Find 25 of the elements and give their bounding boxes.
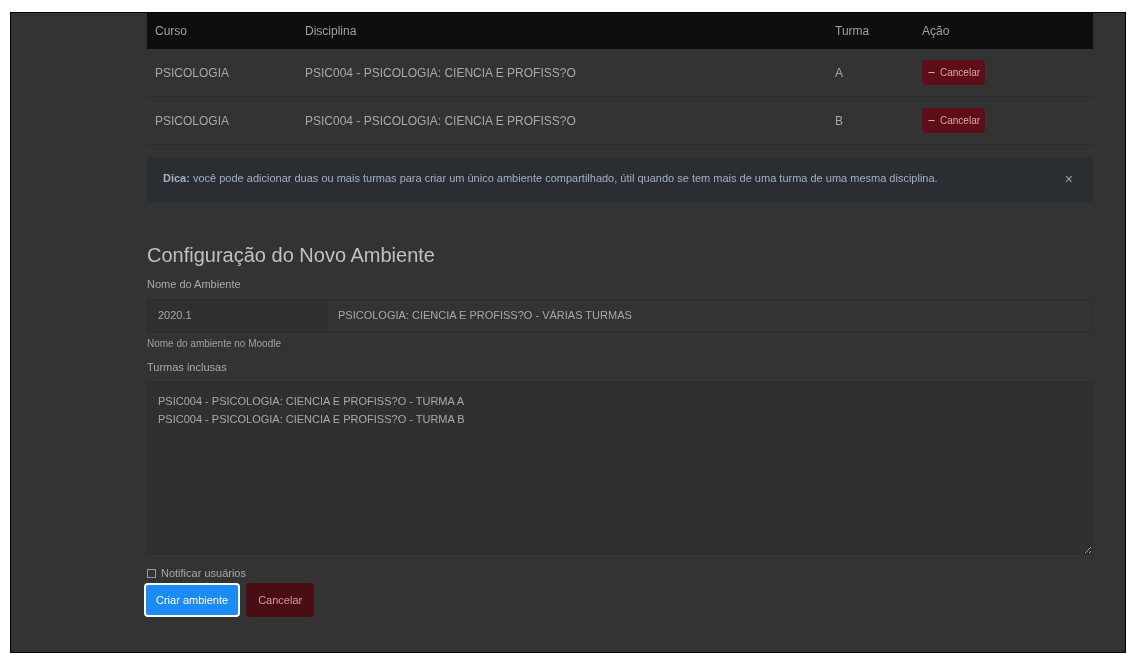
column-header: Disciplina — [304, 23, 358, 40]
table-cell-text: PSICOLOGIA — [154, 64, 231, 82]
create-button[interactable]: Criar ambiente — [144, 582, 241, 617]
notify-checkbox[interactable] — [147, 568, 156, 578]
table-cell-text: B — [834, 112, 844, 130]
field-label: Turmas inclusas — [147, 359, 228, 375]
name-field[interactable]: 2020.1 PSICOLOGIA: CIENCIA E PROFISS?O - VÁRIAS TURMAS — [147, 298, 1093, 333]
table-cell-text: PSICOLOGIA — [154, 112, 231, 130]
table-cell-text: PSIC004 - PSICOLOGIA: CIENCIA E PROFISS?O — [304, 112, 577, 130]
cancel-button[interactable]: Cancelar — [922, 60, 986, 85]
cancel-button[interactable]: Cancelar — [246, 582, 315, 617]
cancel-button[interactable]: Cancelar — [922, 108, 986, 133]
column-header: Turma — [834, 23, 871, 40]
help-text: Nome do ambiente no Moodle — [147, 336, 282, 351]
field-value: PSICOLOGIA: CIENCIA E PROFISS?O - VÁRIAS TURMAS — [337, 308, 632, 324]
close-button[interactable]: × — [1064, 169, 1073, 190]
section-title: Configuração do Novo Ambiente — [147, 243, 436, 268]
column-header: Curso — [154, 23, 188, 40]
field-label: Nome do Ambiente — [147, 277, 242, 292]
checkbox-label: Notificar usuários — [161, 566, 246, 581]
column-header: Ação — [921, 23, 950, 40]
table-cell-text: A — [834, 64, 844, 82]
tip-text: Dica: você pode adicionar duas ou mais turmas para criar um único ambiente compartilhado, útil quando se tem mais de uma turma de uma mesma disciplina. — [163, 171, 939, 186]
table-cell-text: PSIC004 - PSICOLOGIA: CIENCIA E PROFISS?O — [304, 64, 577, 82]
classes-textarea[interactable]: PSIC004 - PSICOLOGIA: CIENCIA E PROFISS?O - TURMA A PSIC004 - PSICOLOGIA: CIENCIA E PROFISS?O - TURMA B — [147, 381, 1093, 555]
